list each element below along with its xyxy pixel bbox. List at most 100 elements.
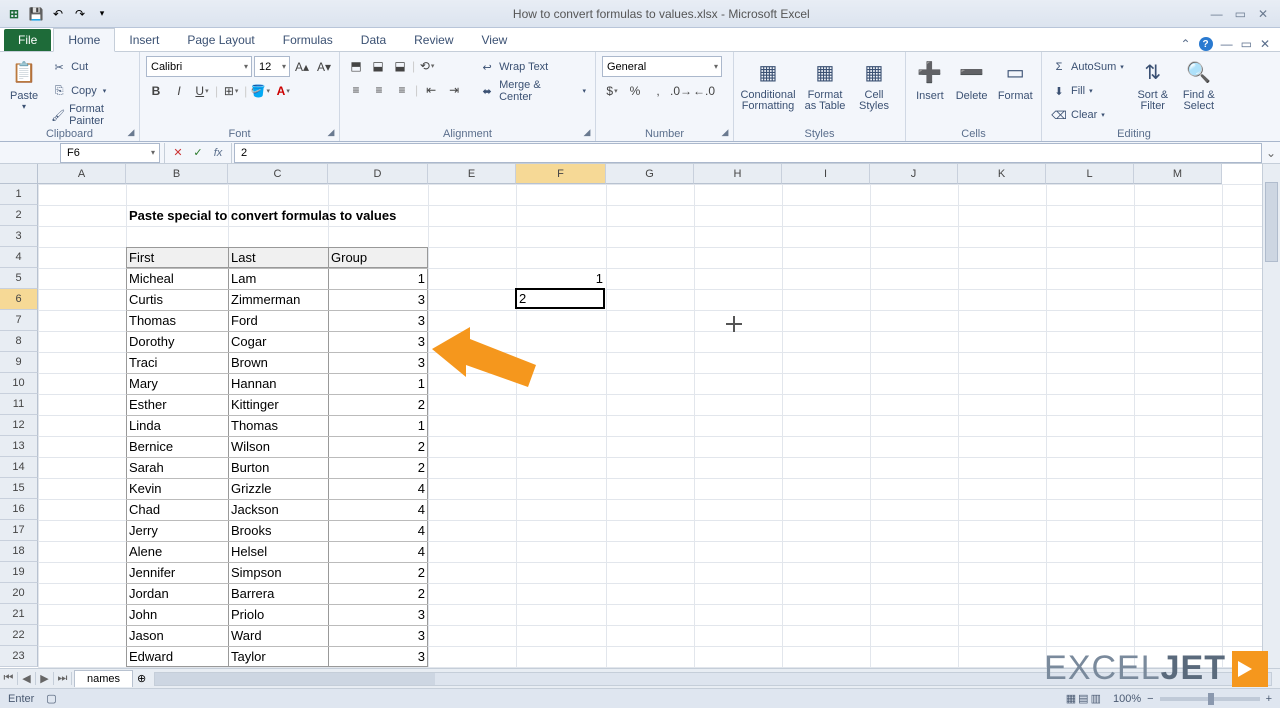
cell-B4[interactable]: First bbox=[126, 247, 228, 268]
help-icon[interactable]: ? bbox=[1199, 37, 1213, 51]
font-size-combo[interactable]: 12 bbox=[254, 56, 290, 77]
number-launcher[interactable]: ◢ bbox=[719, 127, 731, 139]
cell-C5[interactable]: Lam bbox=[228, 268, 328, 289]
number-format-combo[interactable]: General bbox=[602, 56, 722, 77]
name-box[interactable]: F6 bbox=[60, 143, 160, 163]
comma-icon[interactable]: , bbox=[648, 81, 668, 101]
cell-C20[interactable]: Barrera bbox=[228, 583, 328, 604]
tab-view[interactable]: View bbox=[468, 29, 522, 51]
cell-D14[interactable]: 2 bbox=[328, 457, 428, 478]
cell-C15[interactable]: Grizzle bbox=[228, 478, 328, 499]
merge-center-button[interactable]: ⬌Merge & Center▾ bbox=[476, 80, 589, 102]
conditional-formatting-button[interactable]: ▦Conditional Formatting bbox=[740, 56, 796, 112]
cell-B21[interactable]: John bbox=[126, 604, 228, 625]
cell-C7[interactable]: Ford bbox=[228, 310, 328, 331]
cell-B14[interactable]: Sarah bbox=[126, 457, 228, 478]
col-header-I[interactable]: I bbox=[782, 164, 870, 184]
cancel-formula-icon[interactable]: ✕ bbox=[169, 146, 187, 159]
scroll-thumb[interactable] bbox=[1265, 182, 1278, 262]
align-center-icon[interactable]: ≡ bbox=[369, 80, 389, 100]
cell-B16[interactable]: Chad bbox=[126, 499, 228, 520]
col-header-M[interactable]: M bbox=[1134, 164, 1222, 184]
grow-font-icon[interactable]: A▴ bbox=[292, 57, 312, 77]
orientation-icon[interactable]: ⟲ bbox=[417, 56, 437, 76]
cell-C4[interactable]: Last bbox=[228, 247, 328, 268]
row-header-10[interactable]: 10 bbox=[0, 373, 38, 394]
col-header-G[interactable]: G bbox=[606, 164, 694, 184]
cell-C12[interactable]: Thomas bbox=[228, 415, 328, 436]
row-header-15[interactable]: 15 bbox=[0, 478, 38, 499]
tab-insert[interactable]: Insert bbox=[115, 29, 173, 51]
cell-C11[interactable]: Kittinger bbox=[228, 394, 328, 415]
sheet-nav-last-icon[interactable]: ⏭ bbox=[54, 672, 72, 685]
row-header-23[interactable]: 23 bbox=[0, 646, 38, 667]
cell-C21[interactable]: Priolo bbox=[228, 604, 328, 625]
underline-button[interactable]: U bbox=[192, 81, 212, 101]
decrease-indent-icon[interactable]: ⇤ bbox=[421, 80, 441, 100]
cell-B6[interactable]: Curtis bbox=[126, 289, 228, 310]
cell-C18[interactable]: Helsel bbox=[228, 541, 328, 562]
cell-C17[interactable]: Brooks bbox=[228, 520, 328, 541]
cell-B8[interactable]: Dorothy bbox=[126, 331, 228, 352]
minimize-button[interactable]: — bbox=[1211, 7, 1223, 21]
row-header-8[interactable]: 8 bbox=[0, 331, 38, 352]
row-header-2[interactable]: 2 bbox=[0, 205, 38, 226]
normal-view-icon[interactable]: ▦ bbox=[1066, 692, 1076, 705]
cell-C23[interactable]: Taylor bbox=[228, 646, 328, 667]
row-header-3[interactable]: 3 bbox=[0, 226, 38, 247]
select-all-corner[interactable] bbox=[0, 164, 38, 184]
col-header-E[interactable]: E bbox=[428, 164, 516, 184]
font-color-button[interactable]: A bbox=[273, 81, 293, 101]
font-name-combo[interactable]: Calibri bbox=[146, 56, 252, 77]
tab-formulas[interactable]: Formulas bbox=[269, 29, 347, 51]
col-header-A[interactable]: A bbox=[38, 164, 126, 184]
col-header-H[interactable]: H bbox=[694, 164, 782, 184]
align-bottom-icon[interactable]: ⬓ bbox=[390, 56, 410, 76]
alignment-launcher[interactable]: ◢ bbox=[581, 127, 593, 139]
cell-B17[interactable]: Jerry bbox=[126, 520, 228, 541]
percent-icon[interactable]: % bbox=[625, 81, 645, 101]
page-break-view-icon[interactable]: ▥ bbox=[1091, 692, 1101, 705]
cell-B18[interactable]: Alene bbox=[126, 541, 228, 562]
col-header-K[interactable]: K bbox=[958, 164, 1046, 184]
vertical-scrollbar[interactable] bbox=[1262, 164, 1280, 668]
delete-cells-button[interactable]: ➖Delete bbox=[954, 56, 990, 102]
cell-D23[interactable]: 3 bbox=[328, 646, 428, 667]
cell-D15[interactable]: 4 bbox=[328, 478, 428, 499]
restore-button[interactable]: ▭ bbox=[1235, 7, 1246, 21]
cell-D17[interactable]: 4 bbox=[328, 520, 428, 541]
cell-B22[interactable]: Jason bbox=[126, 625, 228, 646]
doc-close-icon[interactable]: ✕ bbox=[1260, 37, 1270, 51]
cell-C22[interactable]: Ward bbox=[228, 625, 328, 646]
row-header-9[interactable]: 9 bbox=[0, 352, 38, 373]
new-sheet-icon[interactable]: ⊕ bbox=[137, 672, 146, 685]
cell-D6[interactable]: 3 bbox=[328, 289, 428, 310]
qat-customize-icon[interactable]: ▾ bbox=[92, 4, 112, 24]
cell-D19[interactable]: 2 bbox=[328, 562, 428, 583]
align-left-icon[interactable]: ≡ bbox=[346, 80, 366, 100]
tab-review[interactable]: Review bbox=[400, 29, 467, 51]
row-header-18[interactable]: 18 bbox=[0, 541, 38, 562]
cell-B9[interactable]: Traci bbox=[126, 352, 228, 373]
cell-B20[interactable]: Jordan bbox=[126, 583, 228, 604]
expand-formula-bar-icon[interactable]: ⌄ bbox=[1262, 146, 1280, 160]
fx-icon[interactable]: fx bbox=[209, 147, 227, 159]
autosum-button[interactable]: ΣAutoSum▾ bbox=[1048, 56, 1127, 78]
tab-page-layout[interactable]: Page Layout bbox=[173, 29, 268, 51]
row-header-19[interactable]: 19 bbox=[0, 562, 38, 583]
tab-home[interactable]: Home bbox=[53, 28, 115, 52]
align-top-icon[interactable]: ⬒ bbox=[346, 56, 366, 76]
active-cell-F6[interactable] bbox=[515, 288, 605, 309]
cell-F5[interactable]: 1 bbox=[516, 268, 606, 289]
cell-D16[interactable]: 4 bbox=[328, 499, 428, 520]
cell-D8[interactable]: 3 bbox=[328, 331, 428, 352]
italic-button[interactable]: I bbox=[169, 81, 189, 101]
cell-B19[interactable]: Jennifer bbox=[126, 562, 228, 583]
cell-D20[interactable]: 2 bbox=[328, 583, 428, 604]
cell-D11[interactable]: 2 bbox=[328, 394, 428, 415]
row-header-6[interactable]: 6 bbox=[0, 289, 38, 310]
cell-B7[interactable]: Thomas bbox=[126, 310, 228, 331]
cell-D21[interactable]: 3 bbox=[328, 604, 428, 625]
undo-icon[interactable]: ↶ bbox=[48, 4, 68, 24]
col-header-F[interactable]: F bbox=[516, 164, 606, 184]
